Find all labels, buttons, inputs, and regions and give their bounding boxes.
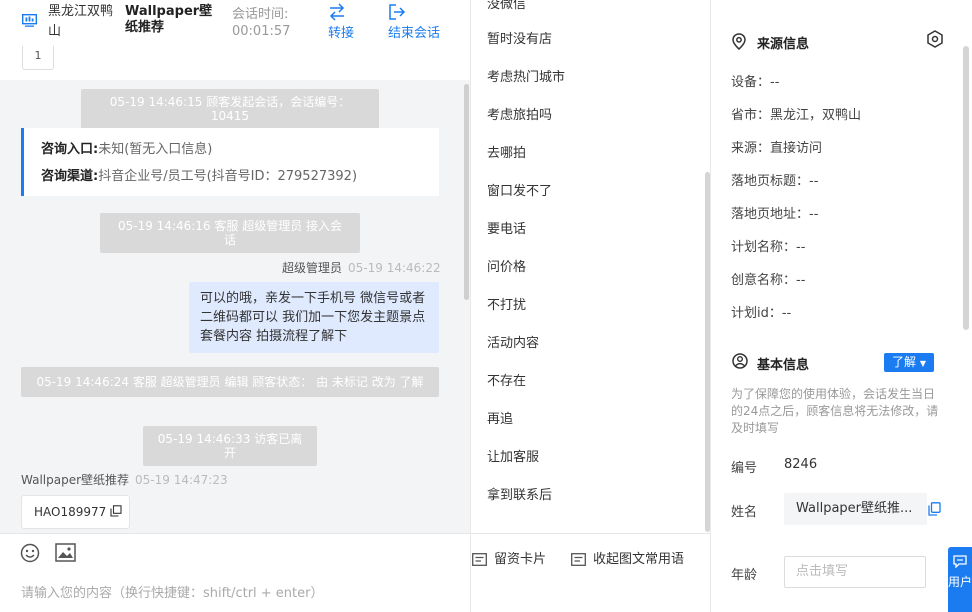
end-session-button[interactable]: 结束会话	[388, 2, 440, 41]
phrase-item[interactable]: 不存在	[487, 370, 526, 389]
id-label: 编号	[731, 461, 758, 476]
quick-phrase-panel: 没微信 暂时没有店 考虑热门城市 考虑旅拍吗 去哪拍 窗口发不了 要电话 问价格…	[471, 0, 711, 612]
source-info-title: 来源信息	[757, 37, 810, 52]
system-message: 05-19 14:46:15 顾客发起会话，会话编号：10415	[81, 89, 379, 129]
customer-info-panel: 来源信息 设备：-- 省市：黑龙江，双鸭山 来源：直接访问 落地页标题：-- 落…	[711, 0, 972, 612]
system-message: 05-19 14:46:16 客服 超级管理员 接入会话	[100, 213, 360, 253]
name-field[interactable]: Wallpaper壁纸推...	[784, 493, 927, 525]
lead-card-label: 留资卡片	[494, 552, 547, 567]
chat-panel: 黑龙江双鸭山 Wallpaper壁纸推荐 会话时间: 00:01:57 转接 结…	[0, 0, 471, 612]
end-session-label: 结束会话	[388, 26, 441, 41]
customer-status-value: 了解	[892, 355, 917, 369]
phrase-toolbar: 留资卡片 收起图文常用语	[471, 533, 710, 612]
channel-row: 咨询渠道:抖音企业号/员工号(抖音号ID：279527392)	[41, 163, 439, 190]
visitor-title: Wallpaper壁纸推荐	[125, 4, 213, 35]
collapse-phrases-button[interactable]: 收起图文常用语	[571, 548, 684, 567]
phrase-item[interactable]: 不打扰	[487, 294, 526, 313]
visitor-name: Wallpaper壁纸推荐	[21, 473, 130, 487]
customer-status-dropdown[interactable]: 了解 ▼	[884, 353, 934, 372]
copy-icon[interactable]	[928, 502, 941, 516]
visitor-message-text: HAO189977	[34, 505, 107, 519]
source-field-region: 省市：黑龙江，双鸭山	[731, 108, 862, 123]
phrase-item[interactable]: 窗口发不了	[487, 180, 552, 199]
pagination-area	[0, 46, 470, 80]
chat-scrollbar[interactable]	[464, 84, 469, 300]
message-input[interactable]: 请输入您的内容（换行快捷键：shift/ctrl + enter）	[21, 582, 324, 601]
chat-message-list[interactable]: 1 05-19 14:46:15 顾客发起会话，会话编号：10415 咨询入口:…	[0, 46, 470, 533]
visitor-message-bubble: HAO189977	[21, 495, 130, 529]
phrase-item[interactable]: 拿到联系后	[487, 484, 552, 503]
user-float-label: 用户	[948, 575, 972, 589]
entry-label: 咨询入口:	[41, 142, 99, 157]
phrase-item[interactable]: 暂时没有店	[487, 28, 552, 47]
phrase-scrollbar[interactable]	[705, 172, 710, 532]
source-field-device: 设备：--	[731, 75, 780, 90]
phrase-item[interactable]: 让加客服	[487, 446, 539, 465]
phrase-item[interactable]: 问价格	[487, 256, 526, 275]
system-message: 05-19 14:46:33 访客已离开	[143, 426, 317, 466]
consult-info-card: 咨询入口:未知(暂无入口信息) 咨询渠道:抖音企业号/员工号(抖音号ID：279…	[21, 128, 439, 196]
copy-icon[interactable]	[110, 505, 122, 517]
id-value: 8246	[784, 457, 818, 472]
settings-icon[interactable]	[927, 30, 943, 48]
phrase-item[interactable]: 考虑热门城市	[487, 66, 565, 85]
chat-input-area[interactable]: 请输入您的内容（换行快捷键：shift/ctrl + enter）	[0, 533, 470, 612]
source-field-source: 来源：直接访问	[731, 141, 823, 156]
image-icon[interactable]	[55, 543, 76, 562]
agent-time: 05-19 14:46:22	[348, 261, 441, 275]
entry-value: 未知(暂无入口信息)	[98, 142, 213, 157]
info-scrollbar[interactable]	[963, 46, 969, 330]
age-label: 年龄	[731, 568, 758, 583]
transfer-label: 转接	[328, 26, 355, 41]
visitor-location: 黑龙江双鸭山	[48, 4, 114, 39]
basic-info-title: 基本信息	[757, 358, 810, 373]
phrase-item[interactable]: 考虑旅拍吗	[487, 104, 552, 123]
name-label: 姓名	[731, 505, 758, 520]
card-icon	[472, 553, 487, 566]
user-icon	[732, 353, 748, 369]
chat-header: 黑龙江双鸭山 Wallpaper壁纸推荐 会话时间: 00:01:57 转接 结…	[0, 0, 470, 46]
source-field-creative-name: 创意名称：--	[731, 273, 806, 288]
visitor-time: 05-19 14:47:23	[135, 473, 228, 487]
edit-notice: 为了保障您的使用体验，会话发生当日的24点之后，顾客信息将无法修改，请及时填写	[731, 387, 939, 435]
entry-row: 咨询入口:未知(暂无入口信息)	[41, 136, 439, 163]
phrase-item[interactable]: 没微信	[487, 0, 526, 12]
location-pin-icon	[732, 33, 746, 50]
session-time-value: 00:01:57	[232, 24, 291, 39]
collapse-icon	[571, 553, 586, 566]
agent-message-bubble: 可以的哦，亲发一下手机号 微信号或者二维码都可以 我们加一下您发主题景点套餐内容…	[189, 282, 439, 353]
source-field-plan-name: 计划名称：--	[731, 240, 806, 255]
emoji-icon[interactable]	[20, 543, 40, 563]
caret-down-icon: ▼	[919, 359, 926, 368]
visitor-sender: Wallpaper壁纸推荐 05-19 14:47:23	[21, 471, 228, 488]
chat-bubble-icon	[953, 555, 967, 569]
session-time-label: 会话时间:	[232, 7, 289, 22]
lead-card-button[interactable]: 留资卡片	[472, 548, 546, 567]
age-input[interactable]: 点击填写	[784, 556, 926, 588]
phrase-item[interactable]: 活动内容	[487, 332, 539, 351]
user-float-button[interactable]: 用户	[948, 547, 972, 612]
source-field-landing-title: 落地页标题：--	[731, 174, 819, 189]
agent-name: 超级管理员	[282, 261, 343, 275]
system-message: 05-19 14:46:24 客服 超级管理员 编辑 顾客状态： 由 未标记 改…	[21, 367, 439, 397]
agent-sender: 超级管理员 05-19 14:46:22	[282, 259, 441, 276]
phrase-item[interactable]: 要电话	[487, 218, 526, 237]
transfer-button[interactable]: 转接	[328, 2, 354, 41]
channel-label: 咨询渠道:	[41, 169, 99, 184]
page-number-button[interactable]: 1	[22, 46, 54, 70]
monitor-icon	[22, 14, 37, 27]
phrase-item[interactable]: 去哪拍	[487, 142, 526, 161]
exit-icon	[389, 4, 406, 20]
source-field-plan-id: 计划id：--	[731, 306, 792, 321]
phrase-item[interactable]: 再追	[487, 408, 513, 427]
transfer-icon	[329, 3, 345, 21]
channel-value: 抖音企业号/员工号(抖音号ID：279527392)	[98, 169, 358, 184]
collapse-phrases-label: 收起图文常用语	[593, 552, 685, 567]
source-field-landing-url: 落地页地址：--	[731, 207, 819, 222]
